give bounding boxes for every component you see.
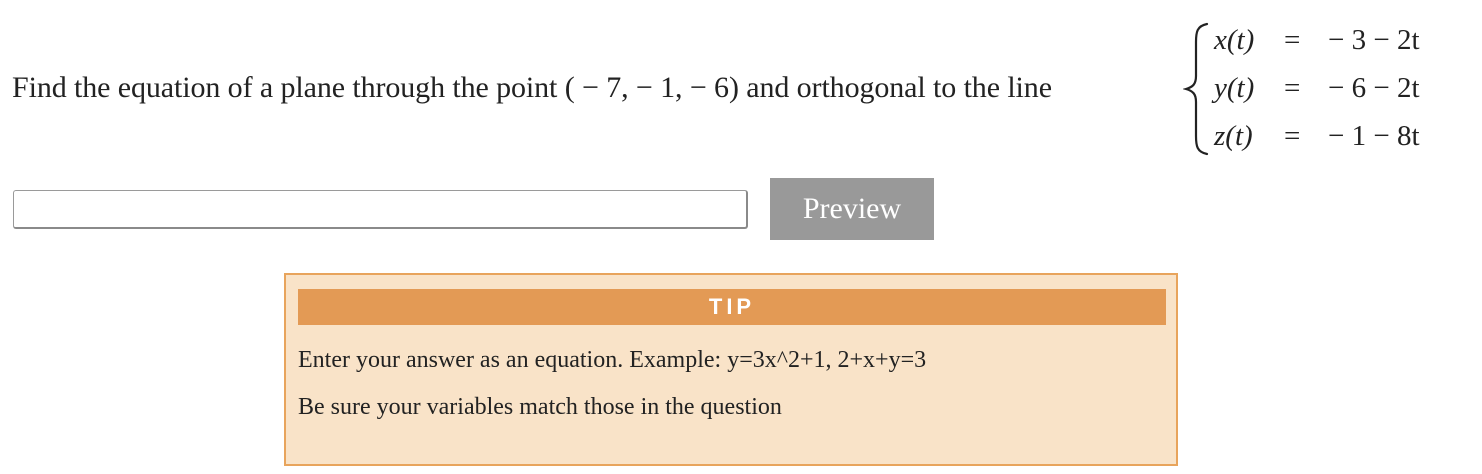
equation-row-z: z(t) = − 1 − 8t xyxy=(1212,116,1452,156)
tip-title: TIP xyxy=(298,289,1166,325)
equation-rhs: − 1 − 8t xyxy=(1328,120,1420,152)
equals-sign: = xyxy=(1284,72,1301,104)
equation-lhs: x(t) xyxy=(1214,24,1255,56)
question-text-after: and orthogonal to the line xyxy=(738,71,1052,104)
question-text: Find the equation of a plane through the… xyxy=(12,68,1052,108)
equals-sign: = xyxy=(1284,24,1301,56)
tip-line-1: Enter your answer as an equation. Exampl… xyxy=(298,347,927,373)
answer-input[interactable] xyxy=(13,190,748,229)
question-text-before: Find the equation of a plane through the… xyxy=(12,71,565,104)
tip-line-2: Be sure your variables match those in th… xyxy=(298,394,782,420)
equals-sign: = xyxy=(1284,120,1301,152)
question-point: ( − 7, − 1, − 6) xyxy=(564,71,739,104)
equation-lhs: z(t) xyxy=(1214,120,1253,152)
preview-button[interactable]: Preview xyxy=(770,178,934,240)
equation-row-y: y(t) = − 6 − 2t xyxy=(1212,68,1452,108)
equation-rhs: − 3 − 2t xyxy=(1328,24,1420,56)
equation-rhs: − 6 − 2t xyxy=(1328,72,1420,104)
left-brace-icon xyxy=(1183,22,1213,156)
tip-box: TIP Enter your answer as an equation. Ex… xyxy=(284,273,1178,466)
question: Find the equation of a plane through the… xyxy=(0,0,1482,160)
equation-row-x: x(t) = − 3 − 2t xyxy=(1212,20,1452,60)
equation-lhs: y(t) xyxy=(1214,72,1255,104)
